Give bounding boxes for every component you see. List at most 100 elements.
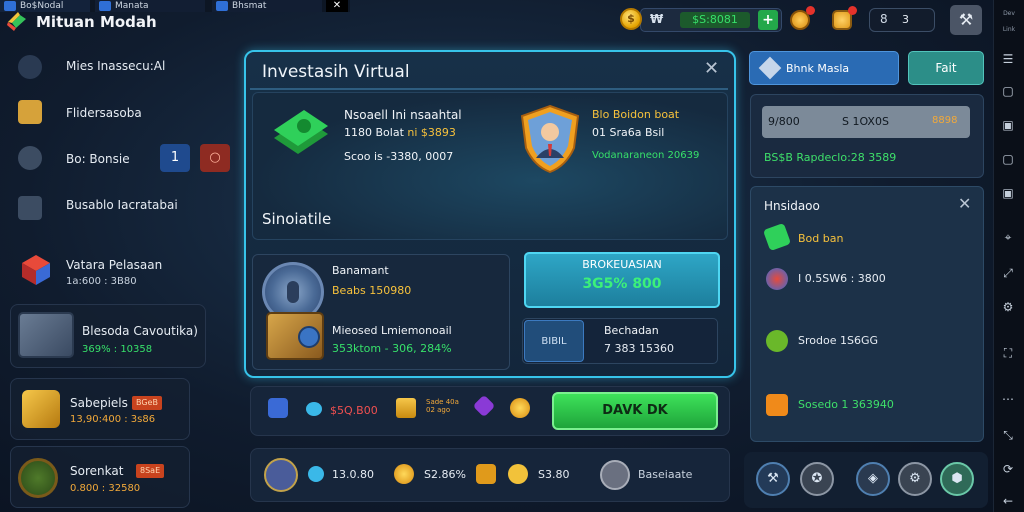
currency-value: $S:8081 (680, 12, 750, 28)
vault-value: Beabs 150980 (332, 284, 412, 297)
notification-dot (848, 6, 857, 15)
swap-icon[interactable] (306, 402, 322, 416)
rail-window-icon[interactable]: ▢ (1000, 152, 1016, 166)
holding-label[interactable]: I 0.5SW6 : 3800 (798, 272, 886, 285)
bottom-item: 13.0.80 (332, 468, 374, 481)
sidebar-item-label: Sabepiels (70, 396, 128, 410)
destination-button[interactable]: BIBIL (524, 320, 584, 362)
tools-button[interactable]: ⚒ (950, 5, 982, 35)
sidebar-item-label: Blesoda Cavoutika) (82, 324, 198, 338)
badge-icon[interactable]: ◈ (856, 462, 890, 496)
close-icon[interactable]: ✕ (704, 58, 719, 79)
rail-rotate-icon[interactable]: ⟳ (1000, 462, 1016, 476)
rail-window-icon[interactable]: ▣ (1000, 186, 1016, 200)
rail-cursor-icon[interactable]: ⌖ (1000, 230, 1016, 244)
leaf-icon (766, 330, 788, 352)
holding-label[interactable]: Sosedo 1 363940 (798, 398, 894, 411)
rail-fullscreen-icon[interactable]: ⛶ (1000, 346, 1016, 360)
sidebar-item-label[interactable]: Bo: Bonsie (66, 152, 130, 166)
simulate-label: Sinoiatile (262, 210, 332, 228)
safe-value: 353ktom - 306, 284% (332, 342, 452, 355)
summary-row-a: 9/800 (768, 115, 800, 128)
fait-button[interactable]: Fait (908, 51, 984, 85)
holding-label[interactable]: Bod ban (798, 232, 843, 245)
modal-title: Investasih Virtual (262, 62, 410, 82)
sidebar-item-sub: 1a:600 : 3B80 (66, 276, 137, 287)
destination-title: Bechadan (604, 324, 659, 337)
rail-label: Dev (1003, 10, 1015, 17)
tool-icon[interactable]: ⚒ (756, 462, 790, 496)
sidebar-item-label[interactable]: Busablo Iacratabai (66, 198, 178, 212)
sidebar-item-label[interactable]: Flidersasoba (66, 106, 142, 120)
modal-divider (250, 88, 728, 90)
app-logo-icon (7, 12, 26, 31)
cube-icon (22, 255, 50, 285)
holding-label[interactable]: Srodoe 1S6GG (798, 334, 878, 347)
rail-back-icon[interactable]: ← (1000, 494, 1016, 508)
sidebar-tag: 8SaE (136, 464, 165, 478)
shield-icon[interactable] (268, 398, 288, 418)
tab-label: Bhsmat (232, 1, 267, 11)
trophy-icon[interactable] (476, 464, 496, 484)
gear-icon[interactable]: ⚙ (898, 462, 932, 496)
close-icon[interactable]: ✕ (958, 194, 971, 213)
highlight-title: BROKEUASIAN (582, 258, 662, 271)
summary-row-b: S 1OX0S (842, 115, 889, 128)
coin-icon[interactable] (394, 464, 414, 484)
sidebar-badge[interactable]: ○ (200, 144, 230, 172)
rail-menu-icon[interactable]: ☰ (1000, 52, 1016, 66)
browser-tab[interactable]: Bhsmat (212, 0, 322, 12)
sidebar-item-label[interactable]: Vatara Pelasaan (66, 258, 162, 272)
emblem-icon[interactable]: ✪ (800, 462, 834, 496)
vault-title: Banamant (332, 264, 389, 277)
treasure-icon (22, 390, 60, 428)
box-icon (766, 394, 788, 416)
broker-title: Blo Boidon boat (592, 108, 680, 121)
currency-symbol: ₩ (650, 12, 664, 26)
ball-icon (766, 268, 788, 290)
rail-settings-icon[interactable]: ⚙ (1000, 300, 1016, 314)
tab-close-icon[interactable]: ✕ (326, 0, 348, 12)
bottom-item: Baseiaate (638, 468, 693, 481)
bank-mask-label: Bhnk Masla (786, 62, 850, 75)
rail-expand-icon[interactable]: ⤡ (1000, 428, 1016, 442)
sun-icon[interactable] (508, 464, 528, 484)
folder-icon (18, 100, 42, 124)
confirm-button[interactable]: DAVK DK (552, 392, 718, 430)
safe-box-icon (18, 312, 74, 358)
gold-coin-icon[interactable] (510, 398, 530, 418)
sidebar-item-label[interactable]: Mies Inassecu:Al (66, 59, 165, 73)
asset-line-b: ni $3893 (407, 126, 456, 139)
destination-value: 7 383 15360 (604, 342, 674, 355)
add-currency-button[interactable]: + (758, 10, 778, 30)
rail-dots-icon[interactable]: ⋯ (1000, 392, 1016, 406)
asset-title: Nsoaell Ini nsaahtal (344, 108, 462, 122)
sidebar-item-sub: 0.800 : 32580 (70, 483, 141, 494)
rail-expand-icon[interactable]: ⤢ (1000, 266, 1016, 280)
tab-favicon-icon (99, 1, 111, 11)
counter-value: 3 (902, 13, 909, 26)
globe-icon[interactable] (308, 466, 324, 482)
tab-label: Manata (115, 1, 149, 11)
mini-text: Sade 40a 02 ago (426, 398, 459, 414)
summary-row-c: 8898 (932, 115, 958, 126)
browser-tab[interactable]: Manata (95, 0, 205, 12)
rail-window-icon[interactable]: ▢ (1000, 84, 1016, 98)
coin-icon: $ (620, 8, 642, 30)
broker-line: 01 Sra6a Bsil (592, 126, 665, 139)
sidebar-tag: BGeB (132, 396, 162, 410)
summary-green: BS$B Rapdeclo:28 3589 (764, 151, 897, 164)
price-value: $5Q.B00 (330, 404, 378, 417)
tab-favicon-icon (216, 1, 228, 11)
rail-window-icon[interactable]: ▣ (1000, 118, 1016, 132)
safe-icon (266, 312, 324, 360)
asset-line-a: 1180 Bolat (344, 126, 404, 139)
medal-icon[interactable] (264, 458, 298, 492)
asset-value: Scoo is -3380, 0007 (344, 150, 454, 163)
rail-label: Link (1002, 26, 1016, 33)
shield-icon[interactable]: ⬢ (940, 462, 974, 496)
sidebar-badge[interactable]: 1 (160, 144, 190, 172)
money-stack-icon (274, 110, 328, 154)
coins-icon[interactable] (396, 398, 416, 418)
clock-icon[interactable] (600, 460, 630, 490)
